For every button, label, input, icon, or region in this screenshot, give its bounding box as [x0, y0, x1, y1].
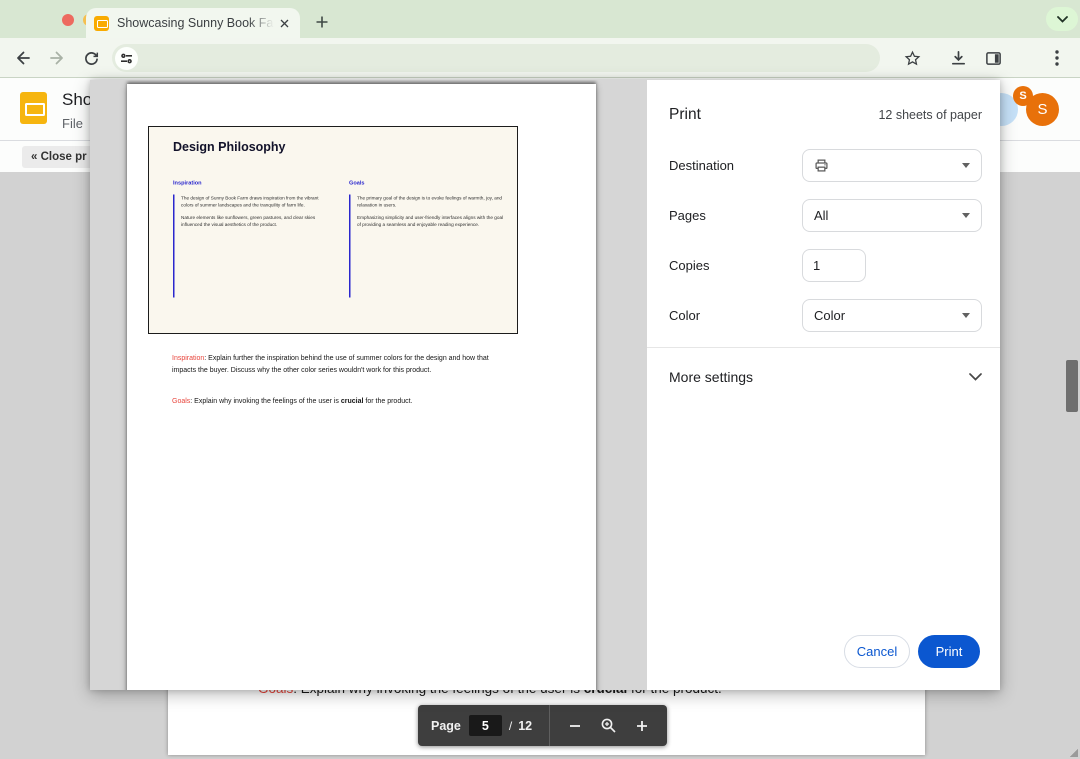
zoom-out-button[interactable] [563, 714, 587, 738]
note-inspiration: Inspiration: Explain further the inspira… [172, 353, 489, 376]
tab-title: Showcasing Sunny Book Farm [117, 16, 274, 30]
print-dialog: Design Philosophy Inspiration The design… [90, 80, 1000, 690]
slide-paragraph: Emphasizing simplicity and user-friendly… [357, 214, 505, 228]
note-goals: Goals: Explain why invoking the feelings… [172, 396, 489, 408]
side-panel-button[interactable] [982, 47, 1004, 69]
dropdown-caret-icon [962, 163, 970, 168]
arrow-left-icon [14, 49, 32, 67]
printer-icon [814, 158, 829, 173]
star-icon [904, 50, 921, 67]
window-close-button[interactable] [62, 14, 74, 26]
destination-label: Destination [669, 158, 802, 173]
dropdown-caret-icon [962, 213, 970, 218]
print-preview-area: Design Philosophy Inspiration The design… [90, 80, 647, 690]
tab-strip: Showcasing Sunny Book Farm [0, 0, 1080, 38]
dialog-title: Print [669, 106, 701, 124]
browser-profile-avatar[interactable]: S [1013, 86, 1033, 106]
pages-select[interactable]: All [802, 199, 982, 232]
zoom-in-button[interactable] [630, 714, 654, 738]
slide-paragraph: Nature elements like sunflowers, green p… [181, 214, 329, 228]
preview-sheet: Design Philosophy Inspiration The design… [127, 84, 596, 690]
slides-doc-title: Showcasing Sunny Book Farm [62, 90, 90, 112]
page-separator: / [509, 719, 512, 733]
tune-icon [120, 52, 133, 65]
slide-paragraph: The design of Sunny Book Farm draws insp… [181, 195, 329, 209]
print-settings-panel: Print 12 sheets of paper Destination Pag… [647, 80, 1000, 690]
reload-icon [83, 50, 100, 67]
address-bar[interactable] [112, 44, 880, 72]
download-icon [950, 50, 967, 67]
side-panel-icon [985, 50, 1002, 67]
page-total: 12 [518, 719, 532, 733]
plus-icon [315, 15, 329, 29]
pages-label: Pages [669, 208, 802, 223]
tab-close-button[interactable] [276, 15, 292, 31]
resize-corner [1069, 748, 1078, 757]
slide-column-goals: Goals The primary goal of the design is … [349, 180, 509, 298]
page-number-input[interactable] [469, 715, 502, 736]
slide-title: Design Philosophy [173, 140, 286, 154]
dropdown-caret-icon [962, 313, 970, 318]
zoom-tool-button[interactable] [596, 714, 620, 738]
menu-file[interactable]: File [62, 116, 90, 133]
slide-thumbnail: Design Philosophy Inspiration The design… [148, 126, 518, 334]
magnifier-plus-icon [600, 717, 617, 734]
close-preview-button[interactable]: « Close pr [22, 146, 90, 168]
column-heading: Goals [349, 180, 509, 186]
page-label: Page [431, 719, 461, 733]
chevron-down-icon [969, 373, 982, 381]
back-button[interactable] [12, 47, 34, 69]
color-label: Color [669, 308, 802, 323]
color-select[interactable]: Color [802, 299, 982, 332]
browser-tab[interactable]: Showcasing Sunny Book Farm [86, 8, 300, 38]
vertical-scrollbar-thumb[interactable] [1066, 360, 1078, 412]
slides-favicon [94, 16, 109, 31]
close-icon [280, 19, 289, 28]
forward-button[interactable] [46, 47, 68, 69]
arrow-right-icon [48, 49, 66, 67]
download-button[interactable] [947, 47, 969, 69]
chevron-down-icon [1057, 16, 1068, 23]
slide-column-inspiration: Inspiration The design of Sunny Book Far… [173, 180, 333, 298]
cancel-button[interactable]: Cancel [844, 635, 910, 668]
copies-input[interactable] [802, 249, 866, 282]
three-dots-icon [1055, 50, 1059, 66]
plus-icon [635, 719, 649, 733]
copies-label: Copies [669, 258, 802, 273]
slide-paragraph: The primary goal of the design is to evo… [357, 195, 505, 209]
pdf-page-toolbar: Page / 12 [418, 705, 667, 746]
minus-icon [568, 719, 582, 733]
tab-search-button[interactable] [1046, 7, 1078, 31]
new-tab-button[interactable] [310, 10, 334, 34]
google-slides-logo [20, 92, 47, 124]
more-settings-button[interactable]: More settings [669, 357, 982, 397]
print-button[interactable]: Print [918, 635, 980, 668]
bookmark-button[interactable] [901, 47, 923, 69]
reload-button[interactable] [80, 47, 102, 69]
browser-menu-button[interactable] [1046, 47, 1068, 69]
browser-toolbar: S [0, 38, 1080, 78]
site-settings-chip[interactable] [115, 47, 138, 70]
destination-select[interactable] [802, 149, 982, 182]
screen: Showcasing Sunny Book Farm File S « Clos… [0, 0, 1080, 759]
speaker-notes: Inspiration: Explain further the inspira… [172, 353, 489, 408]
column-heading: Inspiration [173, 180, 333, 186]
settings-divider [647, 347, 1000, 348]
sheets-count: 12 sheets of paper [878, 108, 982, 122]
